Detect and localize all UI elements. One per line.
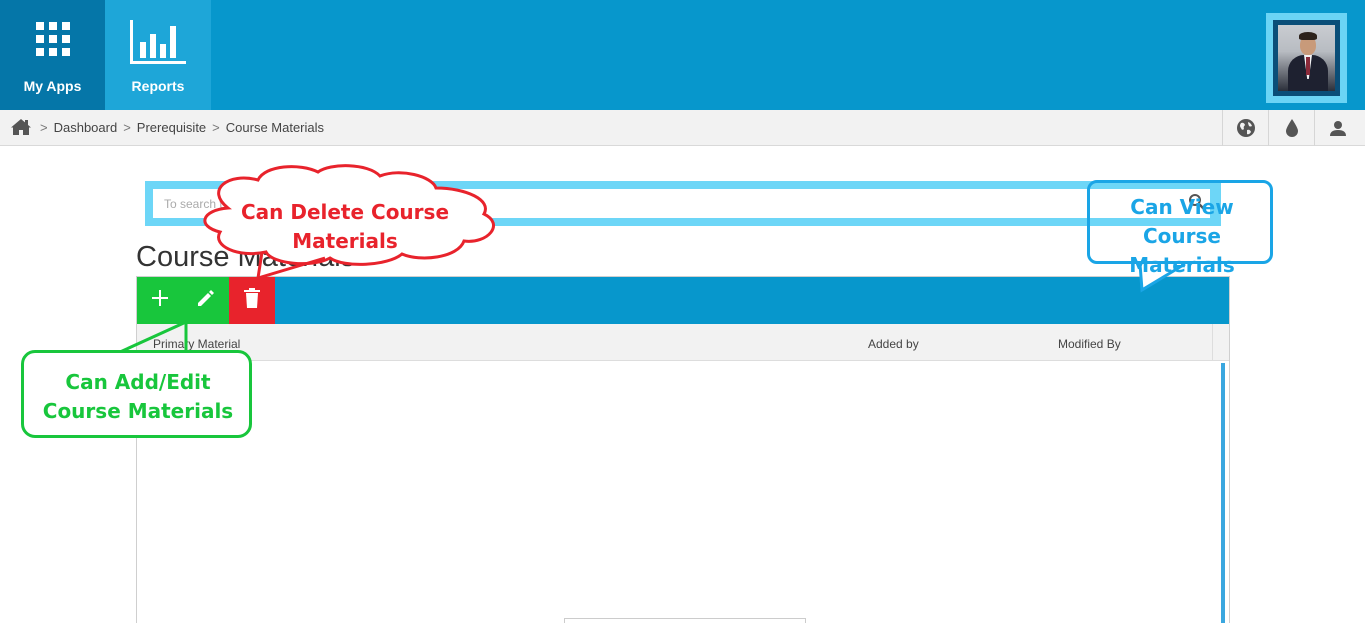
- nav-my-apps[interactable]: My Apps: [0, 0, 105, 110]
- delete-callout: Can Delete Course Materials: [230, 198, 460, 256]
- nav-reports[interactable]: Reports: [105, 0, 211, 110]
- add-edit-callout: Can Add/Edit Course Materials: [23, 368, 253, 426]
- drop-icon[interactable]: [1268, 110, 1314, 146]
- top-header: My Apps Reports: [0, 0, 1365, 110]
- breadcrumb-bar: > Dashboard > Prerequisite > Course Mate…: [0, 110, 1365, 146]
- grid-pager: [564, 618, 806, 623]
- nav-reports-label: Reports: [131, 78, 185, 94]
- grid-apps-icon: [35, 22, 70, 61]
- grid-column-headers: Primary Material Added by Modified By: [137, 324, 1229, 361]
- view-callout-line1: Can View Course: [1130, 195, 1234, 248]
- materials-grid: Primary Material Added by Modified By: [136, 276, 1230, 623]
- column-header-modified-by[interactable]: Modified By: [1058, 337, 1121, 351]
- user-icon[interactable]: [1314, 110, 1360, 146]
- bar-chart-icon: [130, 20, 186, 69]
- delete-callout-line1: Can Delete Course: [240, 200, 450, 224]
- globe-icon[interactable]: [1222, 110, 1268, 146]
- add-edit-callout-line1: Can Add/Edit: [65, 370, 211, 394]
- view-callout: Can View Course Materials: [1090, 193, 1274, 280]
- nav-my-apps-label: My Apps: [23, 78, 82, 94]
- breadcrumb: > Dashboard > Prerequisite > Course Mate…: [40, 120, 324, 135]
- view-callout-line2: Materials: [1129, 253, 1235, 277]
- breadcrumb-separator: >: [123, 120, 131, 135]
- pencil-icon: [196, 288, 216, 313]
- trash-icon: [244, 288, 260, 313]
- delete-button[interactable]: [229, 277, 275, 324]
- column-header-added-by[interactable]: Added by: [868, 337, 919, 351]
- breadcrumb-prerequisite[interactable]: Prerequisite: [137, 120, 206, 135]
- delete-callout-line2: Materials: [292, 229, 398, 253]
- column-header-primary-material[interactable]: Primary Material: [153, 337, 240, 351]
- header-tools: [1222, 110, 1360, 146]
- plus-icon: [152, 290, 168, 311]
- add-edit-callout-line2: Course Materials: [42, 399, 234, 423]
- breadcrumb-dashboard[interactable]: Dashboard: [54, 120, 118, 135]
- avatar-photo: [1278, 25, 1335, 91]
- add-button[interactable]: [137, 277, 183, 324]
- grid-toolbar: [137, 277, 1229, 324]
- edit-button[interactable]: [183, 277, 229, 324]
- user-avatar[interactable]: [1266, 13, 1347, 103]
- breadcrumb-separator: >: [212, 120, 220, 135]
- breadcrumb-separator: >: [40, 120, 48, 135]
- header-scroll-spacer: [1212, 324, 1229, 360]
- home-icon[interactable]: [10, 118, 32, 141]
- avatar-hair: [1299, 32, 1317, 40]
- breadcrumb-course-materials: Course Materials: [225, 120, 325, 135]
- avatar-border: [1273, 20, 1340, 96]
- grid-scrollbar[interactable]: [1221, 363, 1225, 623]
- avatar-tie: [1306, 57, 1310, 75]
